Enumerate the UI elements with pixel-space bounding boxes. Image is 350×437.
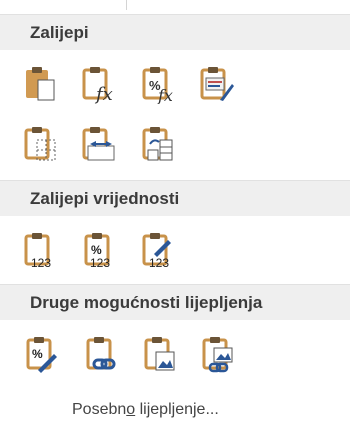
num-text-2: 123 (90, 256, 110, 270)
keep-source-formatting-icon[interactable] (198, 64, 234, 104)
top-bar (0, 0, 350, 14)
paste-special-text-1: Posebn (72, 401, 127, 418)
section-header-paste-values: Zalijepi vrijednosti (0, 180, 350, 216)
percent-text-2: % (91, 243, 102, 257)
fx-text-2: fx (157, 86, 173, 104)
num-text-3: 123 (149, 256, 169, 270)
section-header-paste: Zalijepi (0, 14, 350, 50)
picture-icon[interactable] (142, 334, 178, 374)
keep-column-widths-icon[interactable] (80, 124, 116, 164)
values-icon[interactable]: 123 (22, 230, 58, 270)
values-number-format-icon[interactable]: % 123 (82, 230, 118, 270)
transpose-icon[interactable] (140, 124, 176, 164)
no-borders-icon[interactable] (22, 124, 58, 164)
paste-special-accelerator: o (126, 401, 136, 418)
paste-icon[interactable] (22, 64, 58, 104)
section-header-other-paste-options: Druge mogućnosti lijepljenja (0, 284, 350, 320)
values-source-formatting-icon[interactable]: 123 (140, 230, 176, 270)
fx-text: fx (94, 84, 113, 104)
linked-picture-icon[interactable] (200, 334, 236, 374)
paste-formulas-icon[interactable]: fx (80, 64, 116, 104)
paste-link-icon[interactable] (84, 334, 120, 374)
divider (126, 0, 127, 10)
num-text-1: 123 (31, 256, 51, 270)
percent-text-3: % (32, 347, 43, 361)
paste-formulas-number-format-icon[interactable]: % fx (140, 64, 176, 104)
paste-special-text-2: lijepljenje... (135, 401, 219, 418)
formatting-icon[interactable]: % (24, 334, 60, 374)
paste-special-link[interactable]: Posebno lijepljenje... (72, 401, 219, 419)
